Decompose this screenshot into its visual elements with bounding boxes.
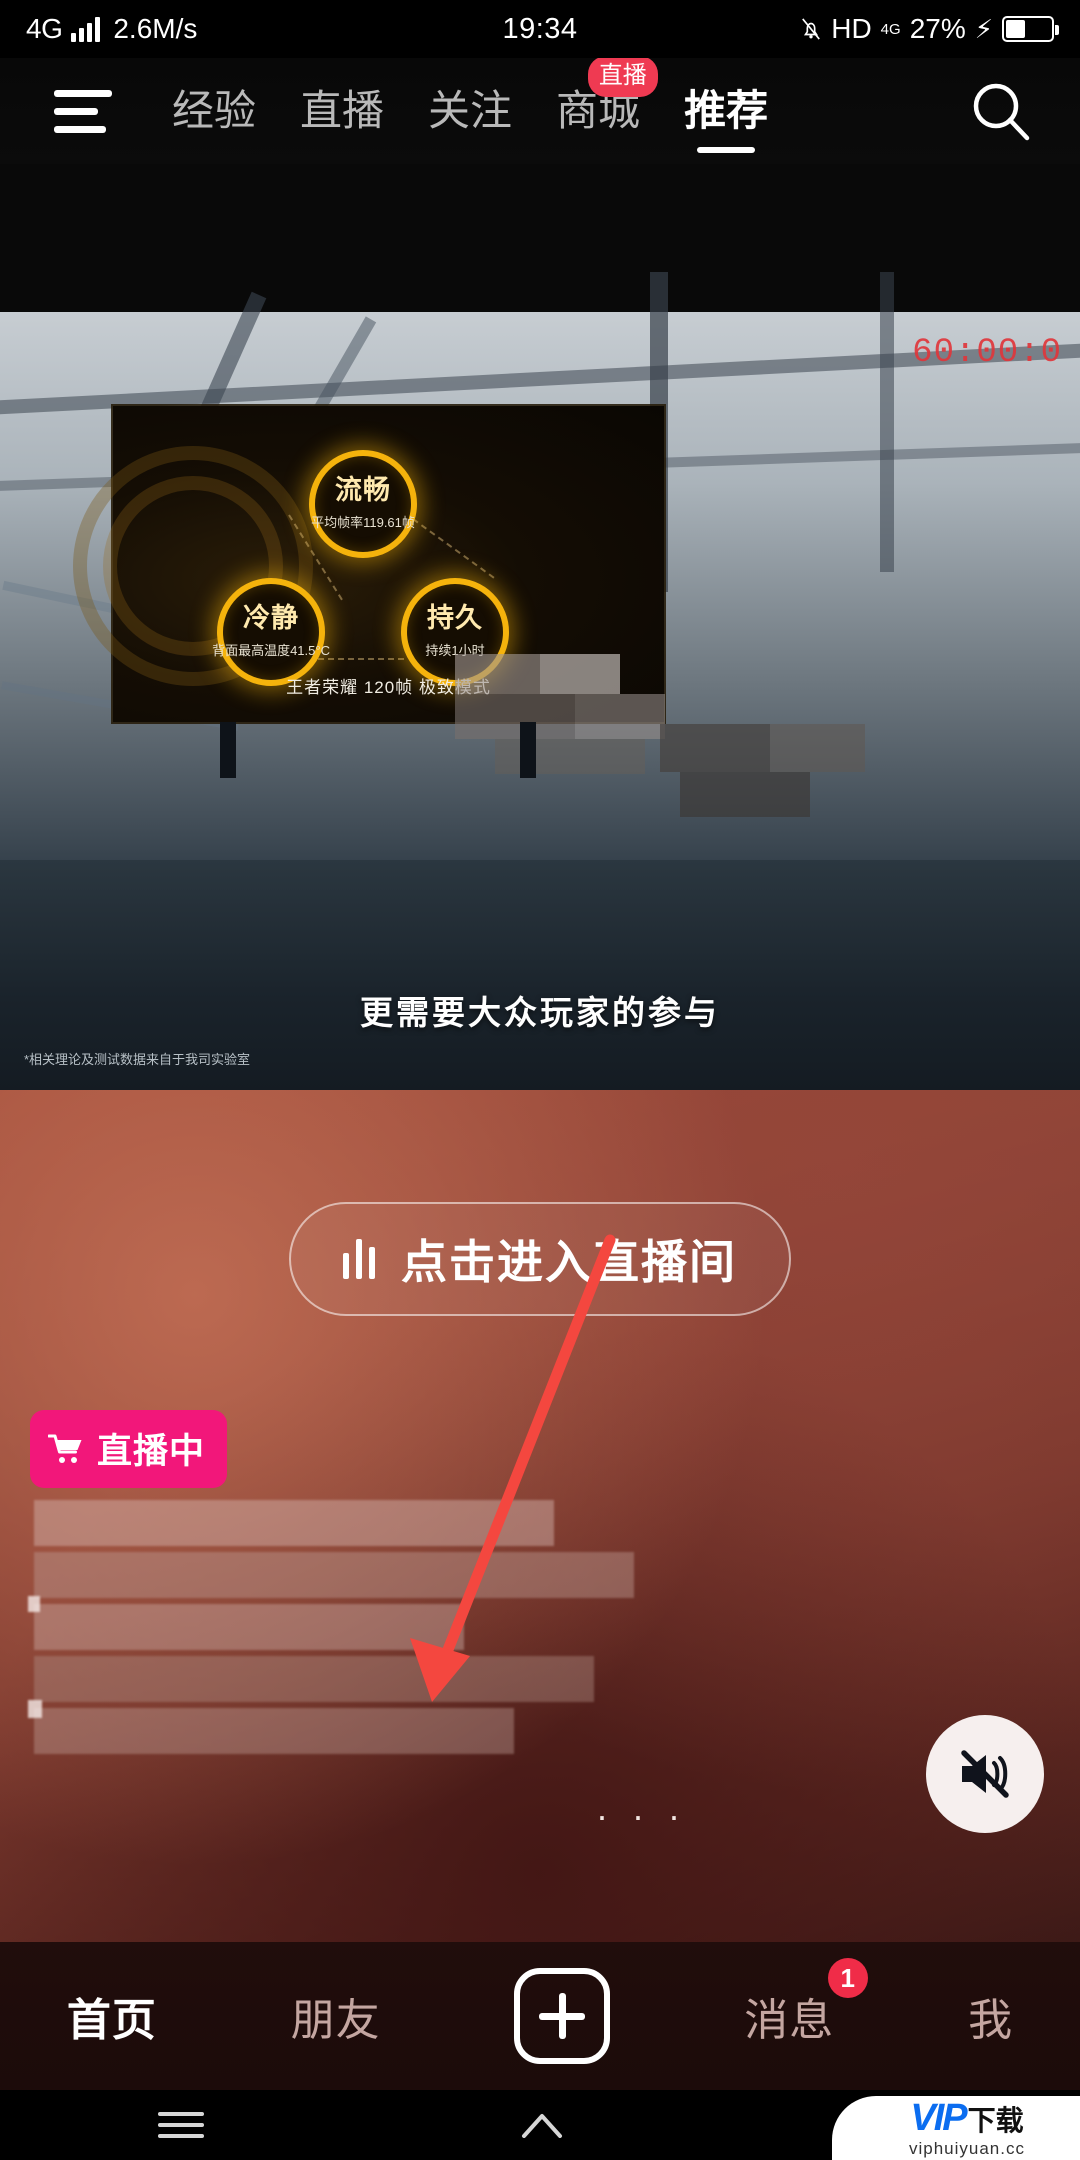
speaker-muted-icon — [961, 1750, 1009, 1798]
tab-label: 经验 — [172, 87, 257, 134]
bottom-nav-label: 我 — [968, 1996, 1014, 2045]
metric-subtitle: 背面最高温度41.5°C — [212, 643, 330, 658]
scene-timer-display: 60:00:0 — [912, 334, 1062, 372]
connector-line — [318, 658, 404, 660]
bottom-nav-item-home[interactable]: 首页 — [67, 1984, 157, 2048]
sound-bars-icon — [343, 1239, 375, 1279]
bottom-nav-item-profile[interactable]: 我 — [968, 1984, 1013, 2048]
tab-label: 推荐 — [684, 87, 769, 134]
metric-title: 流畅 — [335, 475, 391, 505]
search-icon[interactable] — [970, 80, 1032, 142]
tab-label: 直播 — [300, 87, 385, 134]
metric-subtitle: 平均帧率119.61帧 — [311, 515, 415, 530]
display-stand-leg — [220, 722, 236, 778]
status-bar: 4G 2.6M/s 19:34 HD 4G 27% ⚡ — [0, 0, 1080, 58]
top-navigation-bar: 经验 直播 关注 直播 商城 推荐 — [0, 56, 1080, 164]
top-tab-list: 经验 直播 关注 直播 商城 推荐 — [150, 56, 970, 153]
mosaic-blur-overlay — [660, 724, 870, 824]
display-stand-leg — [520, 722, 536, 778]
home-icon[interactable] — [520, 2112, 564, 2138]
tab-tuijian[interactable]: 推荐 — [662, 87, 790, 153]
tab-live-badge: 直播 — [587, 56, 658, 97]
bottom-nav-item-friends[interactable]: 朋友 — [291, 1984, 381, 2048]
status-bar-right: HD 4G 27% ⚡ — [800, 13, 1059, 45]
bottom-nav-label: 首页 — [66, 1996, 157, 2045]
bottom-nav-label: 消息 — [744, 1996, 835, 2045]
phone-screen: 4G 2.6M/s 19:34 HD 4G 27% ⚡ 经验 直播 关注 直播 … — [0, 0, 1080, 2160]
message-count-badge: 1 — [828, 1958, 869, 1998]
watermark-brand: VIP — [910, 2097, 967, 2139]
battery-percent-label: 27% — [909, 13, 966, 44]
charging-bolt-icon: ⚡ — [974, 13, 993, 44]
tab-zhibo[interactable]: 直播 — [278, 90, 406, 132]
metric-node-lengjing: 冷静 背面最高温度41.5°C — [212, 578, 330, 686]
ceiling-beam — [880, 272, 894, 572]
mute-toggle-button[interactable] — [926, 1715, 1044, 1833]
hd-label: HD — [831, 13, 872, 44]
tab-jingyan[interactable]: 经验 — [150, 90, 278, 132]
watermark-url: viphuiyuan.cc — [908, 2139, 1025, 2158]
video-caption-text: 更需要大众玩家的参与 — [360, 994, 720, 1031]
tab-shangcheng[interactable]: 直播 商城 — [534, 56, 662, 132]
enter-live-room-label: 点击进入直播间 — [401, 1236, 737, 1288]
video-footnote-text: *相关理论及测试数据来自于我司实验室 — [24, 1052, 251, 1067]
bottom-navigation-bar: 首页 朋友 消息 1 我 — [0, 1942, 1080, 2090]
live-now-label: 直播中 — [97, 1432, 206, 1471]
enter-live-room-button[interactable]: 点击进入直播间 — [289, 1202, 791, 1316]
video-letterbox-top — [0, 164, 1080, 312]
site-watermark: VIP 下载 viphuiyuan.cc — [832, 2096, 1080, 2160]
blurred-caption-text — [0, 1500, 720, 1800]
bottom-nav-label: 朋友 — [290, 1996, 381, 2045]
hamburger-menu-icon[interactable] — [54, 88, 112, 134]
tab-label: 关注 — [428, 87, 513, 134]
bottom-nav-item-messages[interactable]: 消息 1 — [744, 1958, 869, 2048]
tab-guanzhu[interactable]: 关注 — [406, 90, 534, 132]
metric-title: 冷静 — [243, 603, 299, 633]
watermark-brand-row: VIP 下载 — [910, 2099, 1023, 2137]
bell-off-icon — [800, 16, 822, 42]
metric-node-liuchang: 流畅 平均帧率119.61帧 — [309, 450, 417, 558]
create-post-button[interactable] — [514, 1968, 611, 2064]
active-tab-underline — [697, 147, 756, 153]
live-now-badge: 直播中 — [30, 1410, 228, 1488]
more-text-ellipsis[interactable]: · · · — [596, 1795, 687, 1837]
data-network-label: 4G — [880, 20, 901, 38]
connector-line — [412, 518, 495, 579]
watermark-suffix: 下载 — [967, 2105, 1024, 2136]
battery-icon — [1002, 16, 1059, 42]
shopping-cart-icon — [48, 1433, 84, 1465]
video-player-area[interactable]: 60:00:0 流畅 平均帧率119.61帧 冷静 背面最高温度41.5°C 持… — [0, 164, 1080, 1090]
metric-title: 持久 — [427, 603, 483, 633]
recent-apps-icon[interactable] — [158, 2112, 204, 2138]
